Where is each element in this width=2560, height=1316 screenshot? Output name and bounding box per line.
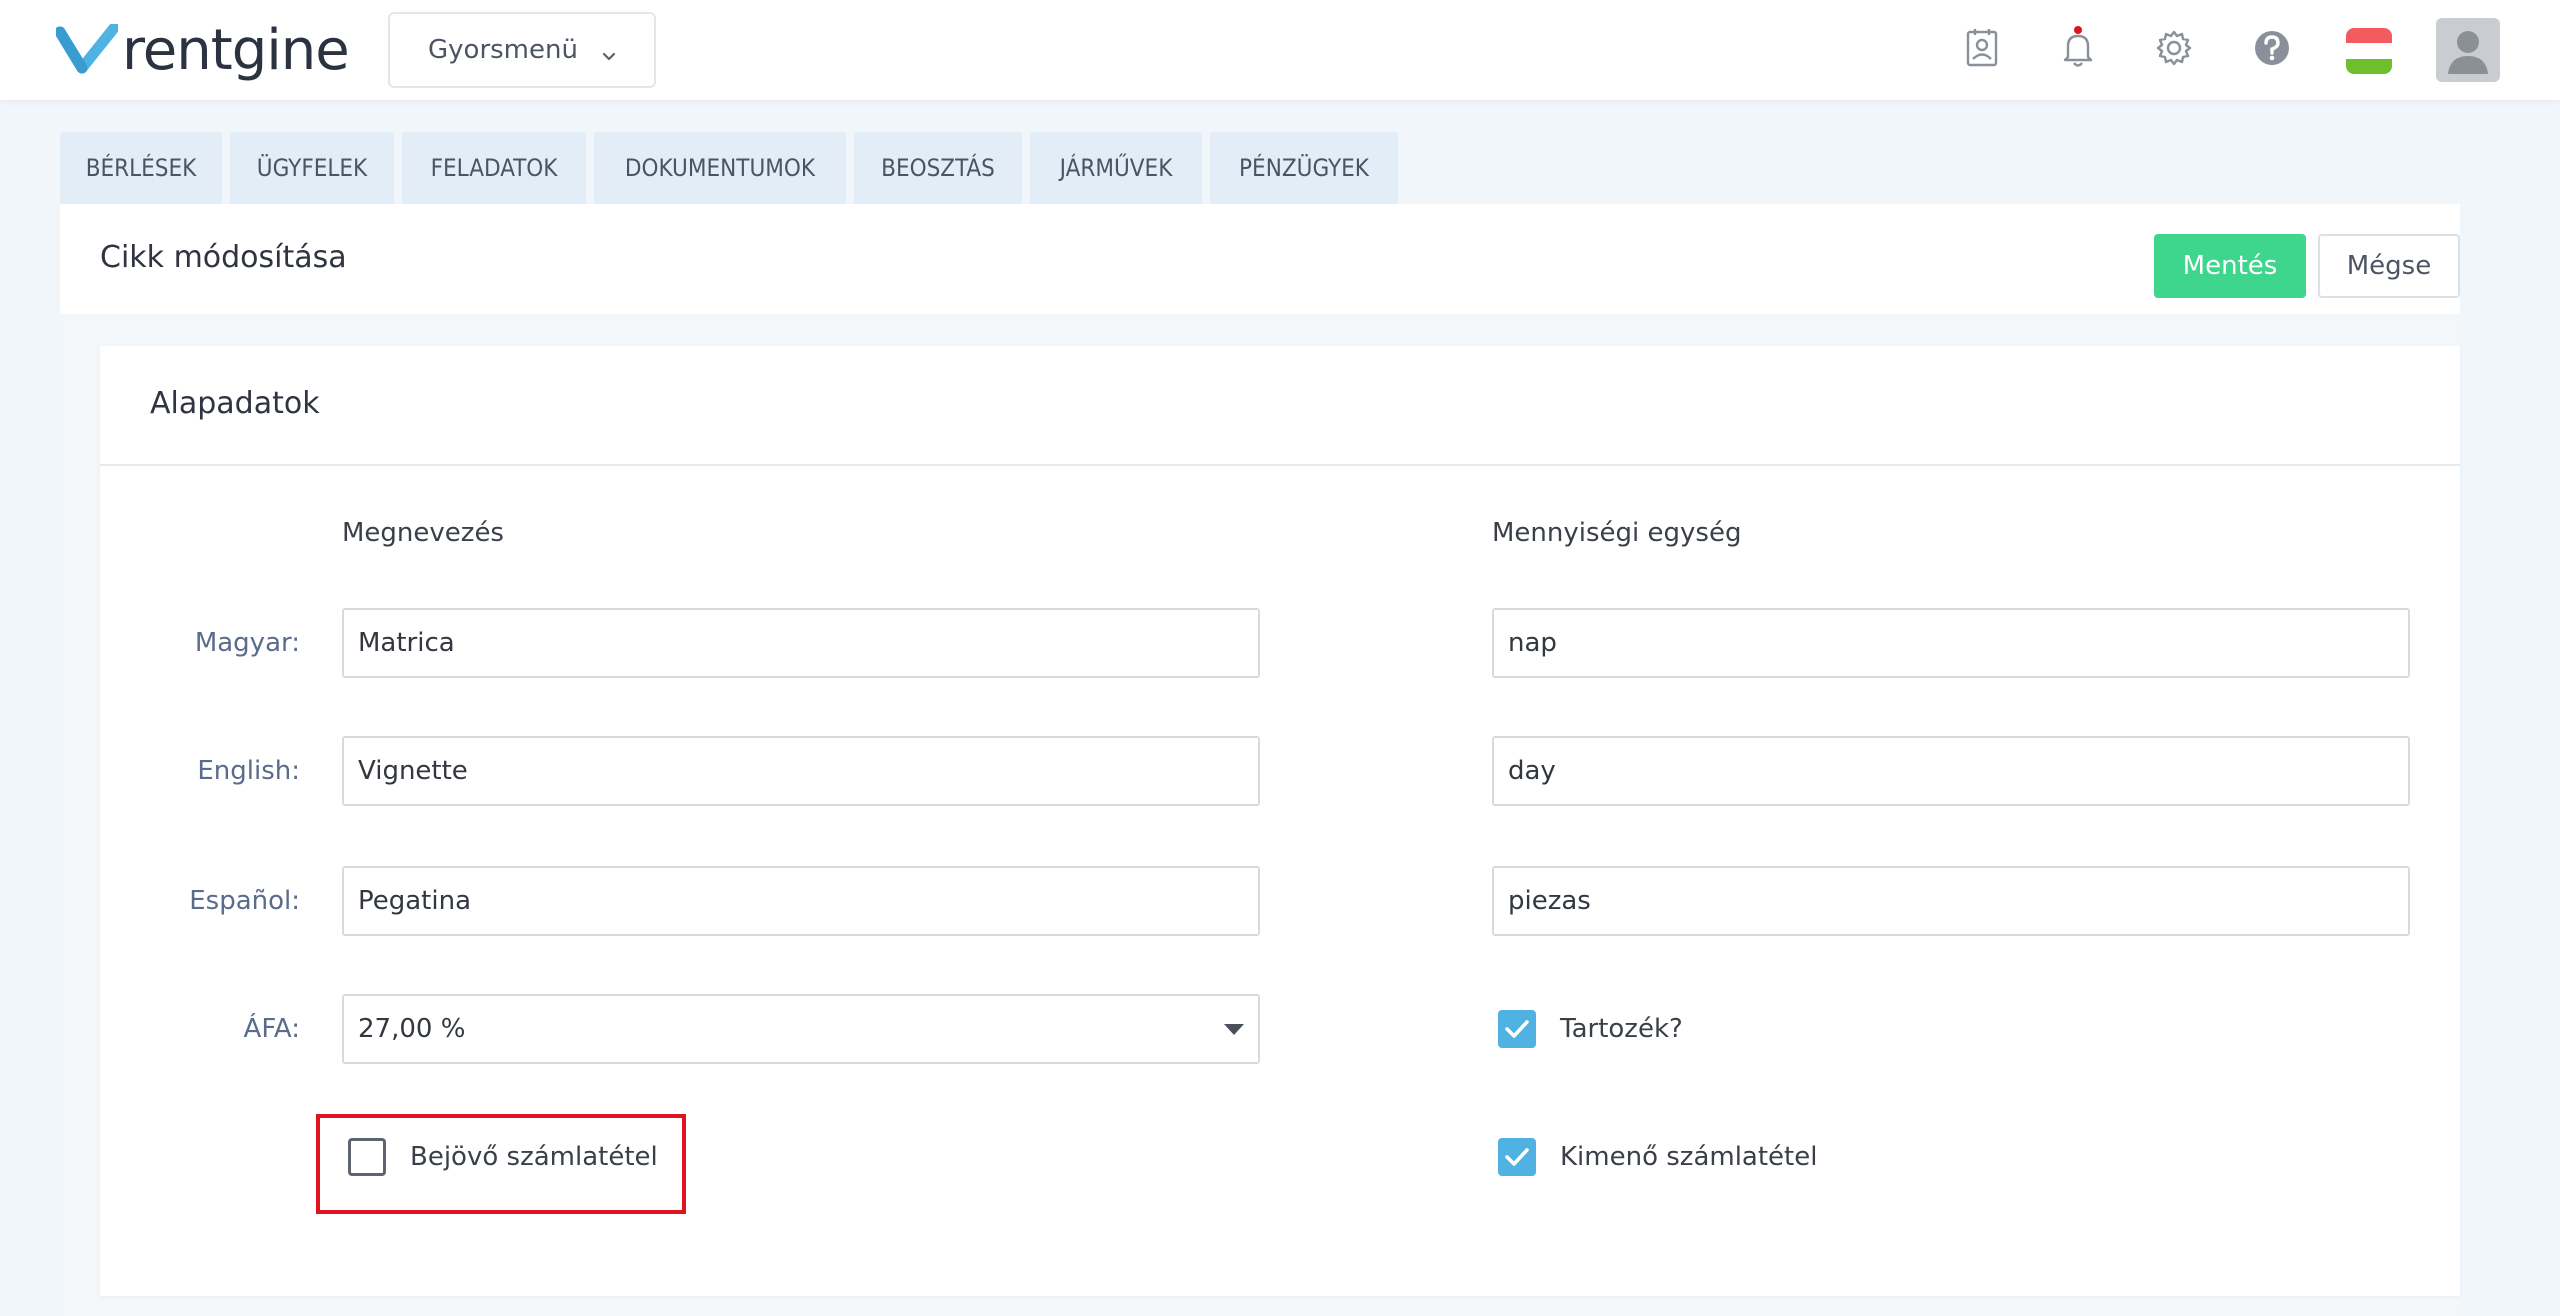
unit-input-english[interactable] <box>1492 736 2410 806</box>
page-title: Cikk módosítása <box>100 240 347 275</box>
contacts-icon[interactable] <box>1960 26 2004 70</box>
cancel-button[interactable]: Mégse <box>2318 234 2460 298</box>
label-english: English: <box>197 756 300 786</box>
logo-text: rentgine <box>122 17 350 83</box>
highlight-box <box>316 1114 686 1214</box>
outgoing-invoice-checkbox[interactable] <box>1498 1138 1536 1176</box>
chevron-down-icon <box>602 52 616 61</box>
top-bar: rentgine Gyorsmenü <box>0 0 2560 100</box>
bell-icon[interactable] <box>2056 26 2100 70</box>
hungarian-flag-icon[interactable] <box>2346 28 2392 74</box>
panel-divider <box>100 464 2460 466</box>
tab-clients[interactable]: ÜGYFELEK <box>230 132 394 204</box>
unit-column-header: Mennyiségi egység <box>1492 518 1742 548</box>
accessory-checkbox-label[interactable]: Tartozék? <box>1560 1014 1683 1044</box>
tab-finances[interactable]: PÉNZÜGYEK <box>1210 132 1398 204</box>
accessory-checkbox[interactable] <box>1498 1010 1536 1048</box>
logo-mark-icon <box>56 24 118 74</box>
name-input-hungarian[interactable] <box>342 608 1260 678</box>
vat-select[interactable]: 27,00 % <box>342 994 1260 1064</box>
tab-tasks[interactable]: FELADATOK <box>402 132 586 204</box>
rentgine-logo[interactable]: rentgine <box>56 17 350 83</box>
main-tabs: BÉRLÉSEK ÜGYFELEK FELADATOK DOKUMENTUMOK… <box>60 132 1406 204</box>
tab-rentals[interactable]: BÉRLÉSEK <box>60 132 222 204</box>
label-hungarian: Magyar: <box>194 628 300 658</box>
panel-title: Alapadatok <box>150 386 320 421</box>
caret-down-icon <box>1224 1024 1244 1035</box>
vat-select-value: 27,00 % <box>358 1014 466 1044</box>
outgoing-invoice-checkbox-label[interactable]: Kimenő számlatétel <box>1560 1142 1817 1172</box>
tab-documents[interactable]: DOKUMENTUMOK <box>594 132 846 204</box>
quick-menu-dropdown[interactable]: Gyorsmenü <box>388 12 656 88</box>
checkmark-icon <box>1505 1020 1529 1038</box>
help-icon[interactable] <box>2250 26 2294 70</box>
avatar[interactable] <box>2436 18 2500 82</box>
tab-vehicles[interactable]: JÁRMŰVEK <box>1030 132 1202 204</box>
checkmark-icon <box>1505 1148 1529 1166</box>
unit-input-hungarian[interactable] <box>1492 608 2410 678</box>
label-spanish: Español: <box>189 886 300 916</box>
page-header: Cikk módosítása Mentés Mégse <box>60 204 2460 314</box>
gear-icon[interactable] <box>2152 26 2196 70</box>
name-input-english[interactable] <box>342 736 1260 806</box>
quick-menu-label: Gyorsmenü <box>428 35 578 65</box>
save-button[interactable]: Mentés <box>2154 234 2306 298</box>
user-icon <box>2448 31 2488 74</box>
label-vat: ÁFA: <box>243 1014 300 1044</box>
name-column-header: Megnevezés <box>342 518 504 548</box>
tab-schedule[interactable]: BEOSZTÁS <box>854 132 1022 204</box>
unit-input-spanish[interactable] <box>1492 866 2410 936</box>
name-input-spanish[interactable] <box>342 866 1260 936</box>
